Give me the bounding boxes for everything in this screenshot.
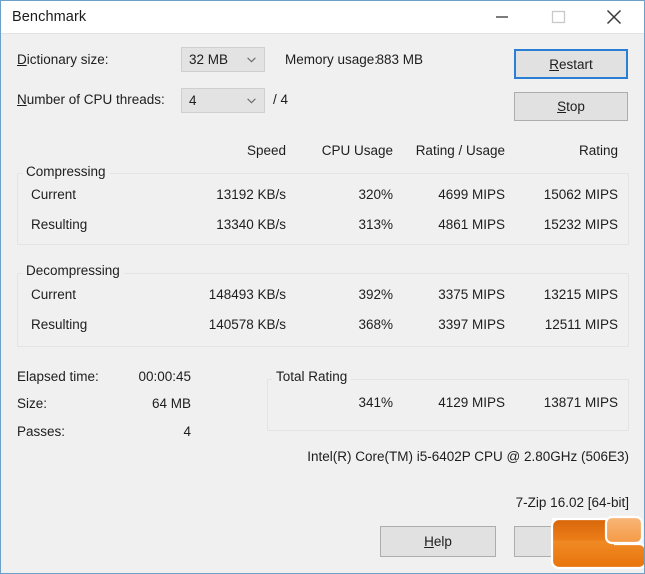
compressing-resulting-cpu: 313% (358, 217, 393, 232)
dictionary-label-rest: ictionary size: (26, 52, 109, 67)
total-rating-cpu: 341% (358, 395, 393, 410)
compressing-resulting-label: Resulting (31, 217, 88, 232)
threads-label-rest: umber of CPU threads: (26, 92, 165, 107)
close-icon (606, 9, 622, 25)
total-rating-rating-usage: 4129 MIPS (438, 395, 505, 410)
stop-button[interactable]: Stop (514, 92, 628, 121)
decompressing-group (17, 273, 629, 347)
benchmark-dialog: Benchmark Dictionary size: 32 MB Memory … (0, 0, 645, 574)
column-header-speed: Speed (246, 143, 286, 158)
dictionary-size-combobox[interactable]: 32 MB (181, 47, 265, 72)
chevron-down-icon (247, 98, 256, 104)
legit-reviews-watermark-logo (550, 515, 644, 570)
cpu-threads-combobox[interactable]: 4 (181, 88, 265, 113)
cpu-threads-max: / 4 (273, 92, 289, 107)
passes-value: 4 (183, 424, 191, 439)
total-rating-group-title: Total Rating (272, 369, 352, 384)
decompressing-current-cpu: 392% (358, 287, 393, 302)
cpu-threads-value: 4 (189, 93, 197, 108)
compressing-current-rating-usage: 4699 MIPS (438, 187, 505, 202)
decompressing-resulting-cpu: 368% (358, 317, 393, 332)
decompressing-resulting-speed: 140578 KB/s (208, 317, 286, 332)
passes-label: Passes: (17, 424, 66, 439)
cpu-info-text: Intel(R) Core(TM) i5-6402P CPU @ 2.80GHz… (307, 449, 629, 464)
column-header-rating-usage: Rating / Usage (415, 143, 505, 158)
size-value: 64 MB (151, 396, 191, 411)
maximize-button[interactable] (535, 1, 581, 32)
dictionary-accel: D (17, 52, 27, 67)
decompressing-current-rating-usage: 3375 MIPS (438, 287, 505, 302)
decompressing-resulting-rating-usage: 3397 MIPS (438, 317, 505, 332)
compressing-group-title: Compressing (22, 164, 110, 179)
compressing-resulting-rating-usage: 4861 MIPS (438, 217, 505, 232)
threads-accel: N (17, 92, 27, 107)
help-accel: H (424, 534, 434, 549)
total-rating-rating: 13871 MIPS (543, 395, 618, 410)
maximize-icon (551, 10, 566, 24)
window-title: Benchmark (12, 9, 87, 25)
compressing-current-label: Current (31, 187, 77, 202)
compressing-resulting-speed: 13340 KB/s (216, 217, 286, 232)
cpu-threads-label: Number of CPU threads: (17, 92, 165, 107)
compressing-current-speed: 13192 KB/s (216, 187, 286, 202)
help-button[interactable]: Help (380, 526, 496, 557)
size-label: Size: (17, 396, 48, 411)
decompressing-resulting-rating: 12511 MIPS (544, 317, 618, 332)
column-header-cpu-usage: CPU Usage (321, 143, 393, 158)
minimize-button[interactable] (479, 1, 525, 32)
restart-label-rest: estart (558, 56, 593, 72)
stop-accel: S (557, 99, 567, 114)
restart-button[interactable]: Restart (514, 49, 628, 79)
decompressing-resulting-label: Resulting (31, 317, 88, 332)
minimize-icon (496, 16, 508, 18)
compressing-group (17, 173, 629, 245)
decompressing-current-rating: 13215 MIPS (543, 287, 618, 302)
stop-label-rest: top (566, 99, 585, 114)
title-bar: Benchmark (1, 1, 644, 34)
chevron-down-icon (247, 57, 256, 63)
help-label-rest: elp (433, 534, 452, 549)
restart-accel: R (549, 56, 559, 72)
compressing-current-cpu: 320% (358, 187, 393, 202)
dictionary-size-value: 32 MB (189, 52, 229, 67)
decompressing-current-speed: 148493 KB/s (208, 287, 286, 302)
version-text: 7-Zip 16.02 [64-bit] (515, 495, 629, 510)
compressing-resulting-rating: 15232 MIPS (543, 217, 618, 232)
decompressing-current-label: Current (31, 287, 77, 302)
elapsed-time-value: 00:00:45 (138, 369, 191, 384)
close-button[interactable] (591, 1, 637, 32)
compressing-current-rating: 15062 MIPS (543, 187, 618, 202)
column-header-rating: Rating (578, 143, 618, 158)
dictionary-size-label: Dictionary size: (17, 52, 109, 67)
decompressing-group-title: Decompressing (22, 263, 124, 278)
memory-usage-value: 883 MB (376, 52, 423, 67)
